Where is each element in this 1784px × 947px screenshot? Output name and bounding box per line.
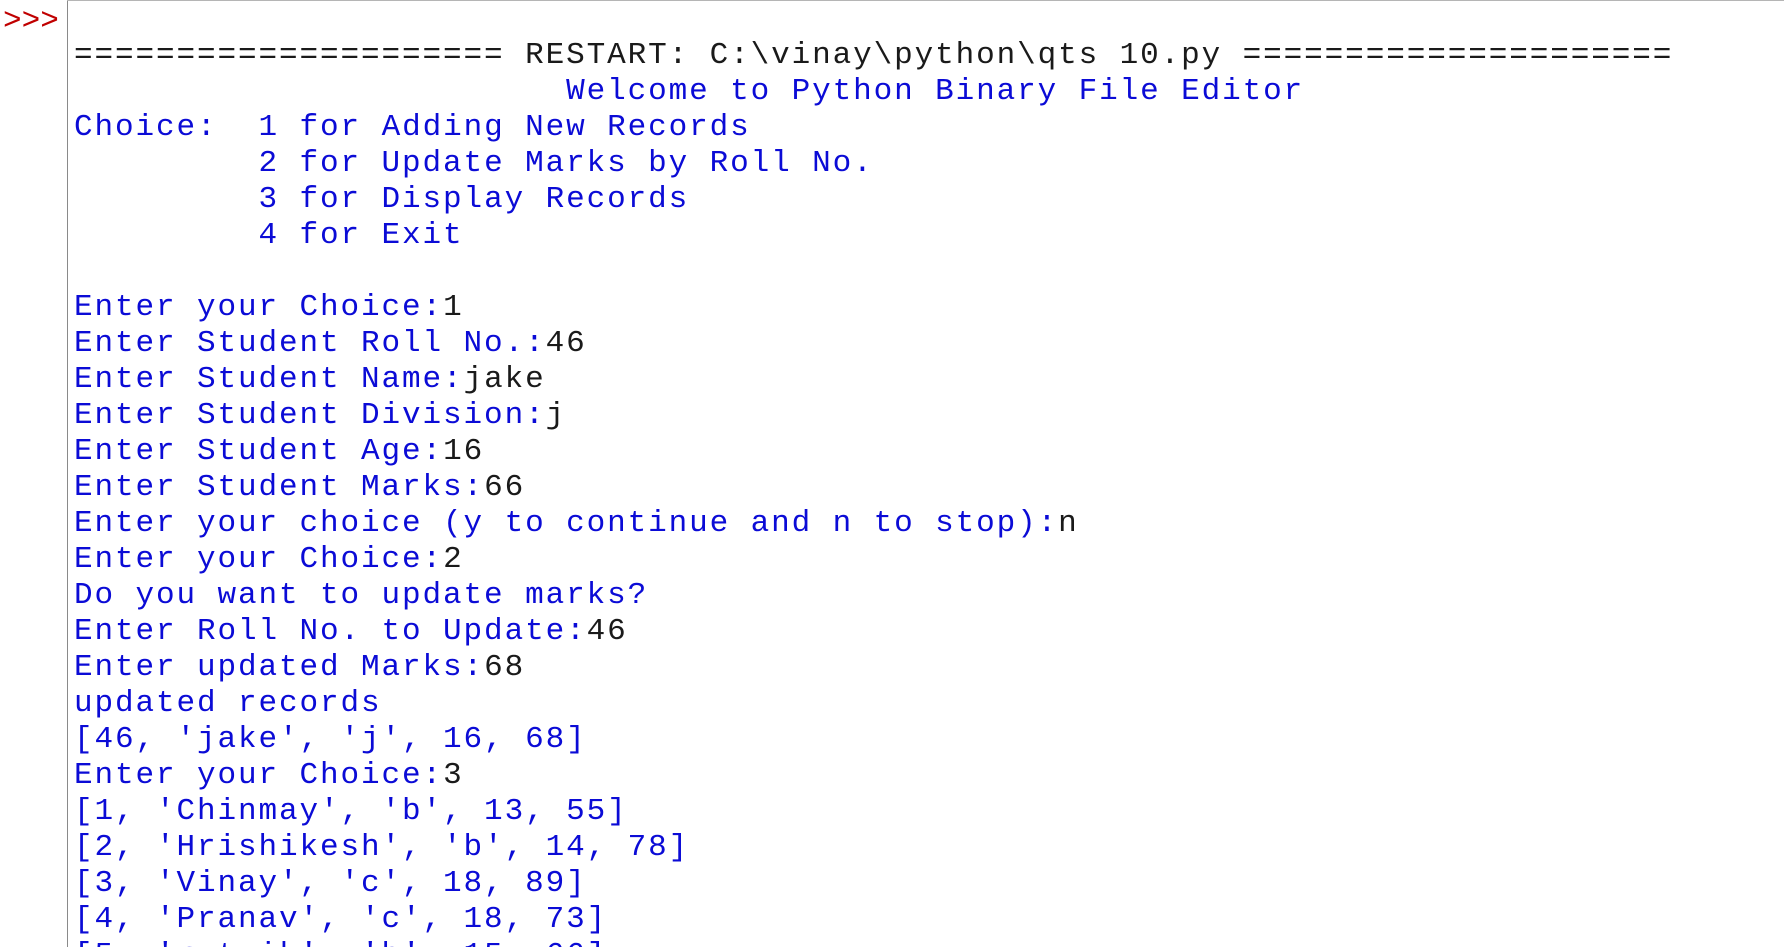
restart-banner: ===================== RESTART: C:\vinay\… [74, 38, 1674, 73]
menu-line-1: Choice: 1 for Adding New Records [74, 110, 1774, 146]
menu-line-4: 4 for Exit [74, 218, 1774, 254]
program-output-text: Enter Student Marks: [74, 470, 485, 505]
transcript-line: Do you want to update marks? [74, 578, 1774, 614]
user-input-text: 3 [443, 758, 464, 793]
transcript-line: Enter updated Marks:68 [74, 650, 1774, 686]
program-output-text: [2, 'Hrishikesh', 'b', 14, 78] [74, 830, 690, 865]
transcript-line: Enter your Choice:1 [74, 290, 1774, 326]
user-input-text: jake [463, 362, 546, 397]
menu-item-add: 1 for Adding New Records [258, 110, 751, 145]
transcript-line: [3, 'Vinay', 'c', 18, 89] [74, 866, 1774, 902]
user-input-text: j [545, 398, 567, 433]
shell-top-border [67, 0, 1784, 1]
program-output-text: Enter your Choice: [74, 290, 444, 325]
menu-item-update: 2 for Update Marks by Roll No. [258, 146, 874, 181]
program-output-text: updated records [74, 686, 382, 721]
transcript-line: updated records [74, 686, 1774, 722]
transcript-line: Enter Student Division:j [74, 398, 1774, 434]
program-output-text: Do you want to update marks? [74, 578, 649, 613]
shell-gutter: >>> [0, 0, 67, 947]
choice-label: Choice: [74, 110, 218, 145]
transcript-line: [1, 'Chinmay', 'b', 13, 55] [74, 794, 1774, 830]
transcript-line: [4, 'Pranav', 'c', 18, 73] [74, 902, 1774, 938]
transcript-line: Enter your choice (y to continue and n t… [74, 506, 1774, 542]
menu-item-exit: 4 for Exit [258, 218, 464, 253]
user-input-text: 68 [484, 650, 526, 685]
python-shell-window: >>> ===================== RESTART: C:\vi… [0, 0, 1784, 947]
user-input-text: 2 [443, 542, 464, 577]
program-output-text: [46, 'jake', 'j', 16, 68] [74, 722, 587, 757]
welcome-line: Welcome to Python Binary File Editor [74, 74, 1774, 110]
user-input-text: n [1058, 506, 1079, 541]
transcript-line: Enter Student Roll No.:46 [74, 326, 1774, 362]
user-input-text: 46 [545, 326, 587, 361]
program-output-text: Enter your choice (y to continue and n t… [74, 506, 1059, 541]
transcript-line: [2, 'Hrishikesh', 'b', 14, 78] [74, 830, 1774, 866]
user-input-text: 1 [443, 290, 464, 325]
shell-prompt-marker: >>> [3, 4, 59, 39]
menu-item-display: 3 for Display Records [258, 182, 690, 217]
program-output-text: [3, 'Vinay', 'c', 18, 89] [74, 866, 587, 901]
program-output-text: Enter Student Division: [74, 398, 546, 433]
transcript-line: Enter your Choice:3 [74, 758, 1774, 794]
transcript-line: Enter Student Name:jake [74, 362, 1774, 398]
session-transcript: Enter your Choice:1 Enter Student Roll No… [74, 290, 1774, 947]
menu-line-3: 3 for Display Records [74, 182, 1774, 218]
shell-output-area[interactable]: ===================== RESTART: C:\vinay\… [74, 38, 1774, 947]
program-output-text: Enter Student Roll No.: [74, 326, 546, 361]
program-output-text: Enter your Choice: [74, 542, 444, 577]
transcript-line: Enter Roll No. to Update:46 [74, 614, 1774, 650]
transcript-line: Enter Student Age:16 [74, 434, 1774, 470]
user-input-text: 46 [586, 614, 628, 649]
program-output-text: Enter updated Marks: [74, 650, 485, 685]
program-output-text: Enter your Choice: [74, 758, 444, 793]
transcript-line: [5, 'rutvik', 'b', 15, 66] [74, 938, 1774, 947]
transcript-line: Enter Student Marks:66 [74, 470, 1774, 506]
user-input-text: 66 [484, 470, 526, 505]
program-output-text: Enter Roll No. to Update: [74, 614, 587, 649]
program-output-text: Enter Student Name: [74, 362, 464, 397]
program-output-text: [1, 'Chinmay', 'b', 13, 55] [74, 794, 628, 829]
welcome-text: Welcome to Python Binary File Editor [566, 74, 1305, 109]
program-output-text: [5, 'rutvik', 'b', 15, 66] [74, 938, 607, 947]
program-output-text: [4, 'Pranav', 'c', 18, 73] [74, 902, 608, 937]
program-output-text: Enter Student Age: [74, 434, 444, 469]
gutter-divider [67, 0, 68, 947]
user-input-text: 16 [443, 434, 485, 469]
transcript-line: [46, 'jake', 'j', 16, 68] [74, 722, 1774, 758]
menu-line-2: 2 for Update Marks by Roll No. [74, 146, 1774, 182]
transcript-line: Enter your Choice:2 [74, 542, 1774, 578]
